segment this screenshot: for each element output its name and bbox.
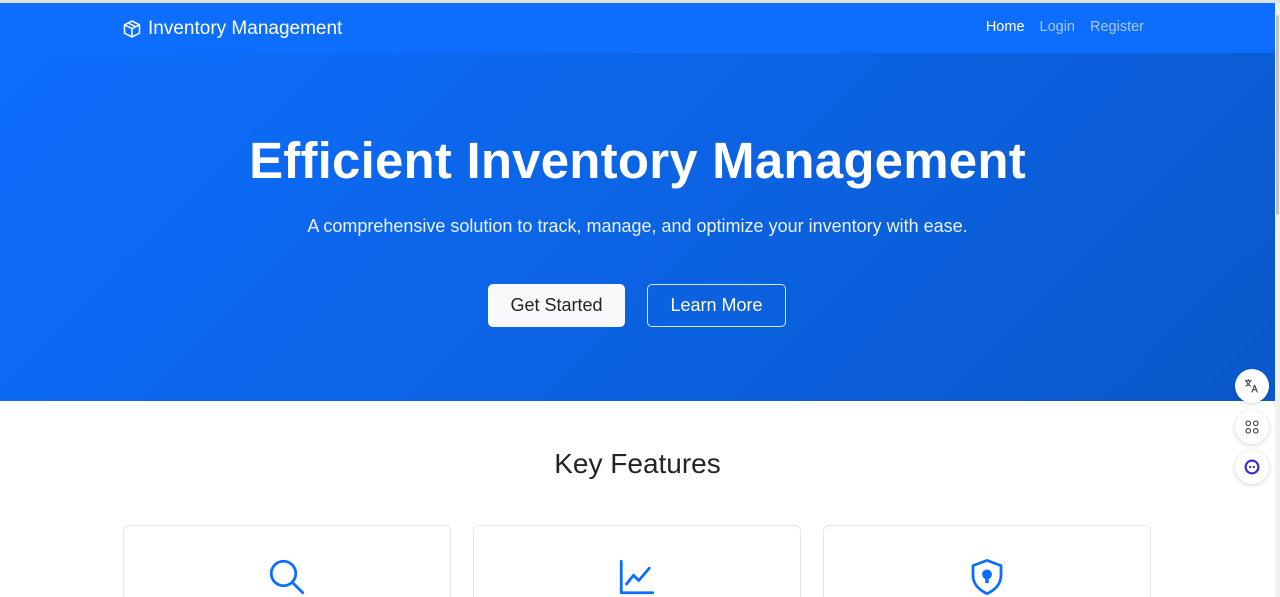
brand-name: Inventory Management [148,18,343,39]
nav-register-link[interactable]: Register [1090,19,1144,35]
brand-link[interactable]: Inventory Management [122,17,342,41]
scrollbar-thumb[interactable] [1276,15,1279,215]
navbar: Inventory Management Home Login Register [0,3,1275,53]
get-started-button[interactable]: Get Started [488,284,625,327]
search-icon [269,559,305,595]
assistant-icon [1244,459,1260,475]
feature-card-search [123,525,451,597]
features-title: Key Features [554,448,721,479]
nav-login-link[interactable]: Login [1040,19,1075,35]
nav-links: Home Login Register [986,19,1144,35]
hero-subtitle: A comprehensive solution to track, manag… [307,216,968,236]
assistant-tool-button[interactable] [1235,450,1269,484]
shield-lock-icon [971,558,1003,596]
translate-tool-button[interactable] [1235,369,1269,403]
line-chart-icon [619,559,655,595]
apps-icon [1245,420,1259,434]
nav-home-link[interactable]: Home [986,19,1025,35]
feature-card-analytics [473,525,801,597]
box-icon [123,20,141,38]
hero-title: Efficient Inventory Management [249,132,1026,189]
apps-tool-button[interactable] [1235,410,1269,444]
hero-section: Efficient Inventory Management A compreh… [0,53,1275,401]
feature-card-security [823,525,1151,597]
translate-icon [1244,378,1258,393]
learn-more-button[interactable]: Learn More [647,284,786,327]
